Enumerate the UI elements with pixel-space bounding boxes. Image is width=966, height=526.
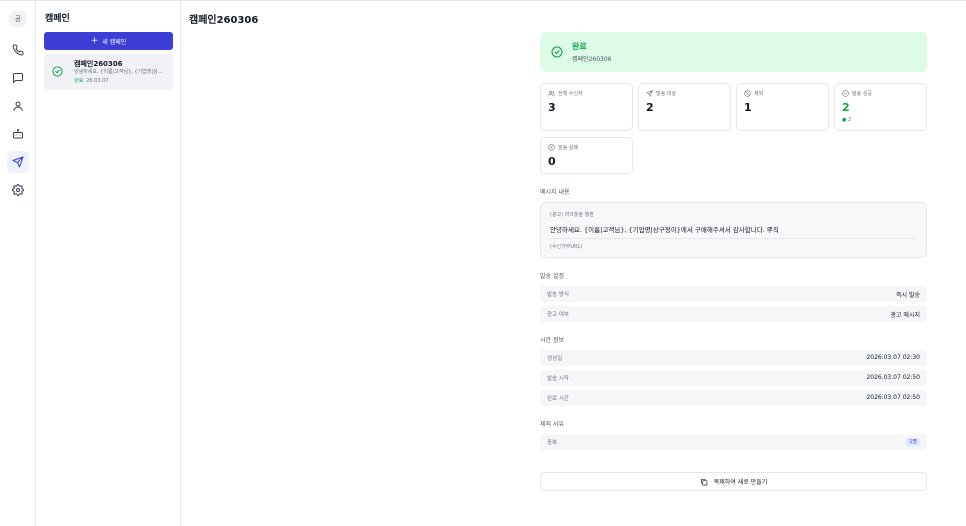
workspace-logo[interactable]: 공	[9, 10, 27, 28]
send-icon	[646, 90, 653, 97]
row-key: 생성일	[547, 356, 563, 362]
stat-send-targets: 발송 대상 2	[638, 83, 731, 131]
stat-label: 전체 수신자	[558, 91, 583, 97]
rail-contacts-button[interactable]	[7, 95, 29, 117]
setting-row-send-method: 발송 방식 즉시 발송	[540, 286, 927, 302]
stat-excluded: 제외 1	[736, 83, 829, 131]
duplicate-campaign-label: 복제하여 새로 만들기	[713, 479, 768, 486]
message-body: 안녕하세요. {이름|고객님}, {기업명|상구정이}에서 구매해주셔서 감사합…	[550, 226, 779, 234]
row-value: 2026.03.07 02:30	[866, 354, 920, 361]
message-section-title: 메시지 내용	[540, 189, 570, 196]
users-icon	[548, 90, 555, 97]
campaign-item-preview: 안녕하세요. {이름|고객님}, {기업명|상...	[74, 69, 163, 75]
message-content-box: (광고) 마크툴을 행판 안녕하세요. {이름|고객님}, {기업명|상구정이}…	[540, 202, 927, 258]
app-window: 공 캠페인 + 새 캠페인 캠페인260306 안녕하세요. {이름|고객님},…	[0, 0, 966, 526]
time-row-completed: 완료 시간 2026.03.07 02:50	[540, 390, 927, 406]
status-campaign-name: 캠페인260306	[572, 56, 612, 63]
campaign-list-title: 캠페인	[45, 14, 70, 24]
stat-value: 3	[548, 101, 556, 114]
robot-icon	[13, 129, 23, 139]
user-icon	[13, 101, 23, 111]
send-icon	[12, 156, 24, 168]
rail-settings-button[interactable]	[7, 179, 29, 201]
row-key: 완료 시간	[547, 396, 569, 402]
stat-total-recipients: 전체 수신자 3	[540, 83, 633, 131]
stat-label: 제외	[754, 91, 764, 97]
stat-label: 발송 성공	[852, 91, 872, 97]
stat-sub: ● 2	[842, 117, 852, 123]
stat-value: 2	[646, 101, 654, 114]
rail-calls-button[interactable]	[7, 39, 29, 61]
row-value: 즉시 발송	[896, 292, 920, 299]
exclusion-title: 제외 사유	[540, 421, 564, 428]
rail-messages-button[interactable]	[7, 67, 29, 89]
row-value: 2026.03.07 02:50	[866, 394, 920, 401]
row-key: 광고 여부	[547, 312, 569, 318]
setting-row-ad-flag: 광고 여부 광고 메시지	[540, 306, 927, 322]
row-key: 중복	[547, 440, 558, 446]
status-banner: 완료 캠페인260306	[540, 32, 927, 72]
check-circle-icon	[842, 90, 849, 97]
exclusion-row-duplicate: 중복 1명	[540, 434, 927, 450]
status-label: 완료	[572, 42, 587, 51]
phone-icon	[12, 44, 24, 56]
page-title: 캠페인260306	[189, 15, 259, 26]
time-row-send-start: 발송 시작 2026.03.07 02:50	[540, 370, 927, 386]
new-campaign-label: 새 캠페인	[102, 38, 127, 46]
campaign-list-item[interactable]: 캠페인260306 안녕하세요. {이름|고객님}, {기업명|상... 완료 2…	[44, 54, 173, 90]
stat-send-success: 발송 성공 2 ● 2	[834, 83, 927, 131]
row-value: 2026.03.07 02:50	[866, 374, 920, 381]
stat-value: 1	[744, 101, 752, 114]
campaign-list-panel: 캠페인 + 새 캠페인 캠페인260306 안녕하세요. {이름|고객님}, {…	[36, 1, 181, 526]
check-circle-icon	[52, 66, 63, 77]
message-unsubscribe: (수신거부URL)	[550, 244, 583, 250]
divider	[550, 238, 917, 239]
send-settings-title: 발송 설정	[540, 273, 564, 280]
rail-bot-button[interactable]	[7, 123, 29, 145]
count-badge: 1명	[906, 438, 920, 446]
gear-icon	[12, 184, 24, 196]
stat-value: 0	[548, 155, 556, 168]
campaign-item-meta: 완료 26.03.07	[74, 77, 108, 84]
row-key: 발송 방식	[547, 292, 569, 298]
time-row-created: 생성일 2026.03.07 02:30	[540, 350, 927, 366]
stat-send-failed: 발송 실패 0	[540, 137, 633, 174]
message-ad-header: (광고) 마크툴을 행판	[550, 212, 594, 218]
x-circle-icon	[548, 144, 555, 151]
copy-icon	[700, 478, 708, 485]
row-key: 발송 시작	[547, 376, 569, 382]
rail-campaigns-button[interactable]	[7, 151, 29, 173]
ban-icon	[744, 90, 751, 97]
row-value: 광고 메시지	[890, 312, 920, 319]
stat-value: 2	[842, 101, 850, 114]
stat-label: 발송 대상	[656, 91, 676, 97]
check-circle-icon	[551, 46, 563, 58]
campaign-item-status: 완료	[74, 78, 84, 84]
plus-icon: +	[90, 35, 99, 46]
stat-label: 발송 실패	[558, 145, 578, 151]
chat-icon	[13, 73, 23, 83]
icon-rail: 공	[0, 1, 36, 526]
duplicate-campaign-button[interactable]: 복제하여 새로 만들기	[540, 472, 927, 491]
new-campaign-button[interactable]: + 새 캠페인	[44, 32, 173, 50]
time-info-title: 시간 정보	[540, 337, 564, 344]
campaign-item-date: 26.03.07	[86, 78, 109, 84]
